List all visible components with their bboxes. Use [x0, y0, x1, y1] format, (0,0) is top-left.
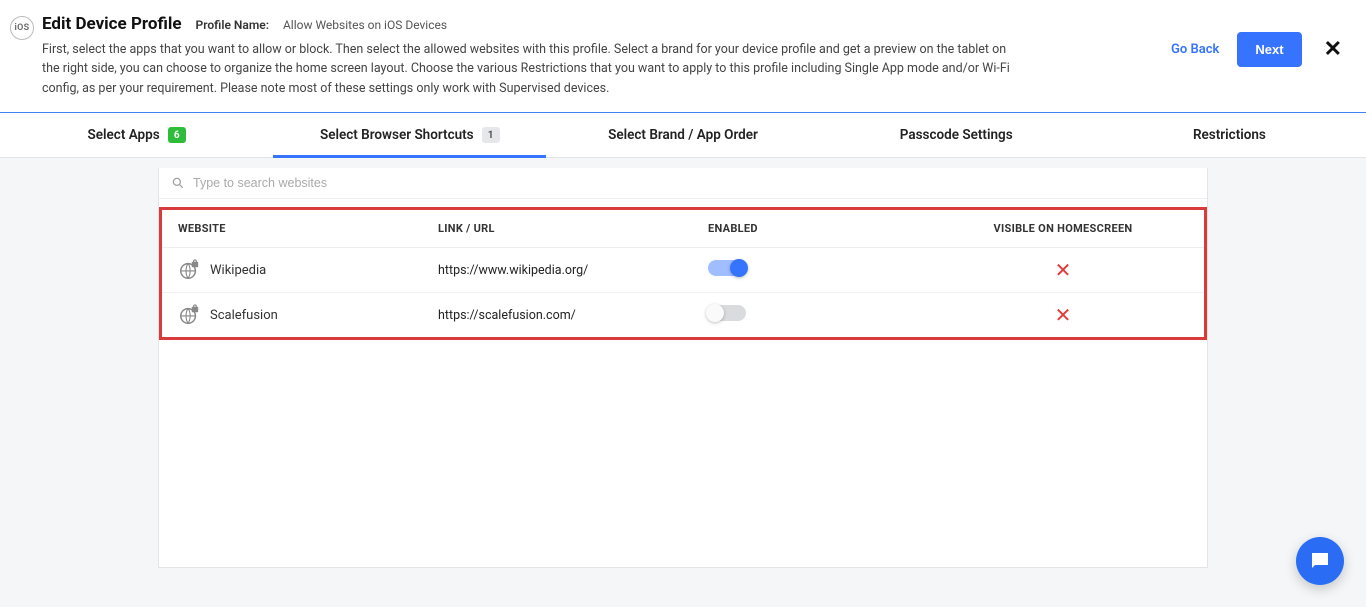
go-back-link[interactable]: Go Back	[1171, 42, 1219, 57]
tab-label: Select Apps	[88, 127, 160, 143]
col-header-enabled: ENABLED	[708, 222, 938, 235]
header-description: First, select the apps that you want to …	[42, 40, 1022, 98]
tab-count-badge: 6	[168, 127, 186, 143]
tab-count-badge: 1	[482, 127, 500, 143]
tab-label: Select Brand / App Order	[608, 127, 758, 143]
tab-passcode-settings[interactable]: Passcode Settings	[820, 113, 1093, 157]
tab-select-browser-shortcuts[interactable]: Select Browser Shortcuts 1	[273, 113, 546, 157]
col-header-visible: VISIBLE ON HOMESCREEN	[938, 222, 1188, 235]
remove-icon[interactable]: ✕	[1055, 258, 1072, 282]
browser-shortcuts-panel: WEBSITE LINK / URL ENABLED VISIBLE ON HO…	[158, 168, 1208, 568]
tab-restrictions[interactable]: Restrictions	[1093, 113, 1366, 157]
close-icon[interactable]: ✕	[1320, 37, 1346, 62]
globe-lock-icon	[178, 304, 200, 326]
websites-table: WEBSITE LINK / URL ENABLED VISIBLE ON HO…	[159, 207, 1207, 340]
table-row: Scalefusion https://scalefusion.com/ ✕	[162, 293, 1204, 337]
search-icon	[171, 176, 185, 190]
website-name: Wikipedia	[210, 263, 266, 278]
tab-select-brand[interactable]: Select Brand / App Order	[546, 113, 819, 157]
website-url: https://scalefusion.com/	[438, 308, 708, 323]
enabled-toggle[interactable]	[708, 305, 746, 321]
website-name: Scalefusion	[210, 308, 278, 323]
globe-lock-icon	[178, 259, 200, 281]
search-input[interactable]	[193, 176, 1195, 190]
col-header-website: WEBSITE	[178, 222, 438, 235]
ios-badge: iOS	[10, 16, 34, 40]
tab-label: Passcode Settings	[900, 127, 1013, 143]
next-button[interactable]: Next	[1237, 32, 1301, 67]
website-url: https://www.wikipedia.org/	[438, 263, 708, 278]
table-row: Wikipedia https://www.wikipedia.org/ ✕	[162, 248, 1204, 293]
tab-select-apps[interactable]: Select Apps 6	[0, 113, 273, 157]
chat-launcher[interactable]	[1296, 537, 1344, 585]
tabs-bar: Select Apps 6 Select Browser Shortcuts 1…	[0, 112, 1366, 158]
page-title: Edit Device Profile	[42, 14, 182, 34]
profile-name-label: Profile Name:	[196, 18, 269, 32]
enabled-toggle[interactable]	[708, 260, 746, 276]
col-header-url: LINK / URL	[438, 222, 708, 235]
tab-label: Restrictions	[1193, 127, 1266, 143]
tab-label: Select Browser Shortcuts	[320, 127, 474, 143]
profile-name-value: Allow Websites on iOS Devices	[283, 18, 447, 32]
remove-icon[interactable]: ✕	[1055, 303, 1072, 327]
